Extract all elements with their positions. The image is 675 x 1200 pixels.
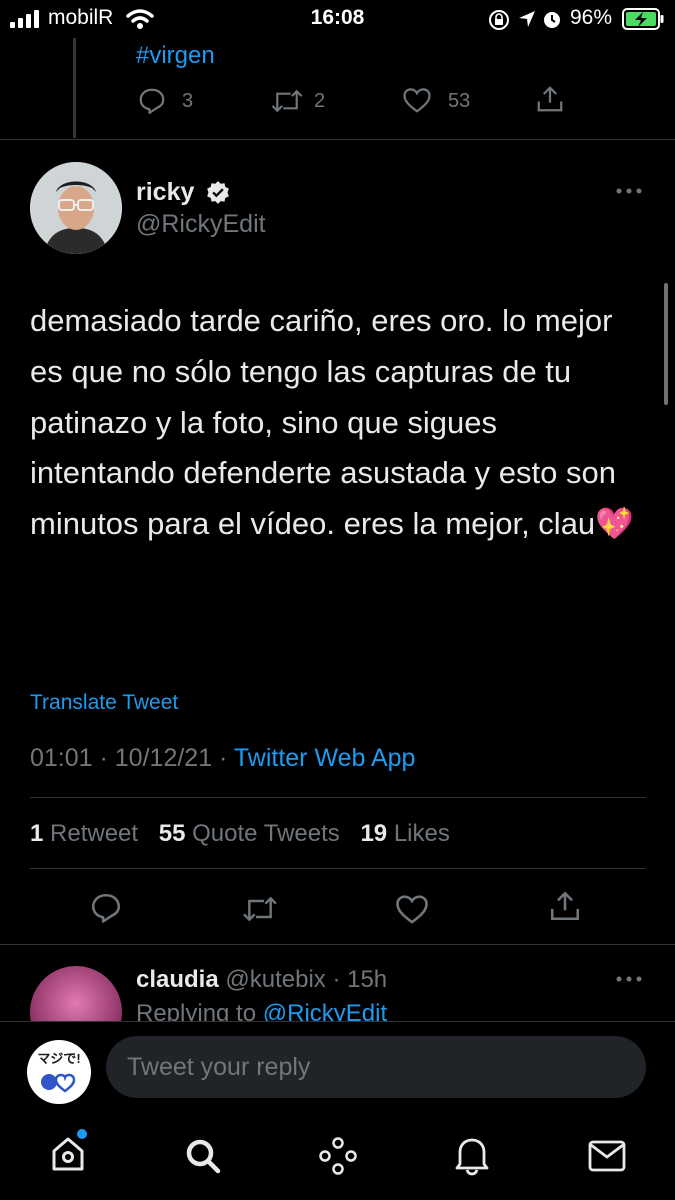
divider [0,944,675,945]
current-user-avatar[interactable]: マジで! [27,1040,91,1104]
retweets-count: 1 [30,820,44,847]
author-avatar[interactable] [30,162,122,254]
reply-count: 3 [182,90,194,112]
spaces-icon[interactable] [317,1136,359,1176]
divider [0,1021,675,1022]
more-options-icon[interactable] [615,186,643,196]
orientation-lock-icon [489,10,509,30]
avatar-heart-icon [41,1073,76,1093]
alarm-icon [544,12,560,28]
tweet-source-link[interactable]: Twitter Web App [234,744,416,772]
divider [0,139,675,140]
divider [30,868,646,869]
reply-icon[interactable] [137,86,167,116]
share-icon[interactable] [548,889,582,923]
location-icon [519,11,535,27]
home-icon[interactable] [48,1133,88,1173]
likes-stat[interactable]: 19 Likes [360,820,449,847]
reply-age: 15h [347,966,388,993]
meta-separator: · [325,966,348,993]
retweet-icon[interactable] [270,86,304,116]
battery-percent: 96% [570,6,613,29]
retweets-label: Retweet [50,820,139,847]
translate-tweet-link[interactable]: Translate Tweet [30,691,178,715]
meta-separator: · [212,744,234,772]
author-handle[interactable]: @RickyEdit [136,210,266,239]
tweet-meta: 01:01 · 10/12/21 · Twitter Web App [30,744,415,773]
reply-author-name: claudia [136,966,219,993]
reply-header[interactable]: claudia @kutebix · 15h [136,966,387,994]
likes-label: Likes [393,820,450,847]
verified-badge-icon [207,181,229,204]
more-options-icon[interactable] [615,974,643,984]
quote-tweets-stat[interactable]: 55 Quote Tweets [159,820,340,847]
reply-icon[interactable] [89,891,123,925]
tweet-time: 01:01 [30,744,93,772]
messages-mail-icon[interactable] [587,1138,627,1174]
divider [30,797,646,798]
quotes-count: 55 [158,820,186,847]
meta-separator: · [92,744,115,772]
hashtag-link[interactable]: #virgen [136,42,215,70]
tweet-text: demasiado tarde cariño, eres oro. lo mej… [30,303,634,542]
retweet-count: 2 [314,90,326,112]
share-icon[interactable] [535,84,565,114]
tweet-stats: 1 Retweet 55 Quote Tweets 19 Likes [30,820,464,848]
quotes-label: Quote Tweets [192,820,340,847]
retweets-stat[interactable]: 1 Retweet [30,820,138,847]
battery-charging-icon [622,8,664,30]
likes-count: 19 [360,820,388,847]
thread-line [73,38,76,138]
avatar-text: マジで! [37,1051,81,1066]
status-bar: mobilR 16:08 96% [0,0,675,38]
avatar-image [30,162,122,254]
author-display-name[interactable]: ricky [136,178,194,207]
search-icon[interactable] [183,1136,223,1176]
like-icon[interactable] [402,86,432,114]
like-count: 53 [448,90,471,112]
notifications-bell-icon[interactable] [452,1134,492,1176]
retweet-icon[interactable] [240,893,280,925]
tweet-date: 10/12/21 [114,744,213,772]
reply-input[interactable]: Tweet your reply [106,1036,646,1098]
author-name: ricky [136,178,195,206]
reply-author-handle: @kutebix [225,966,326,993]
scrollbar[interactable] [664,283,668,405]
like-icon[interactable] [394,893,430,925]
notification-dot [77,1129,87,1139]
